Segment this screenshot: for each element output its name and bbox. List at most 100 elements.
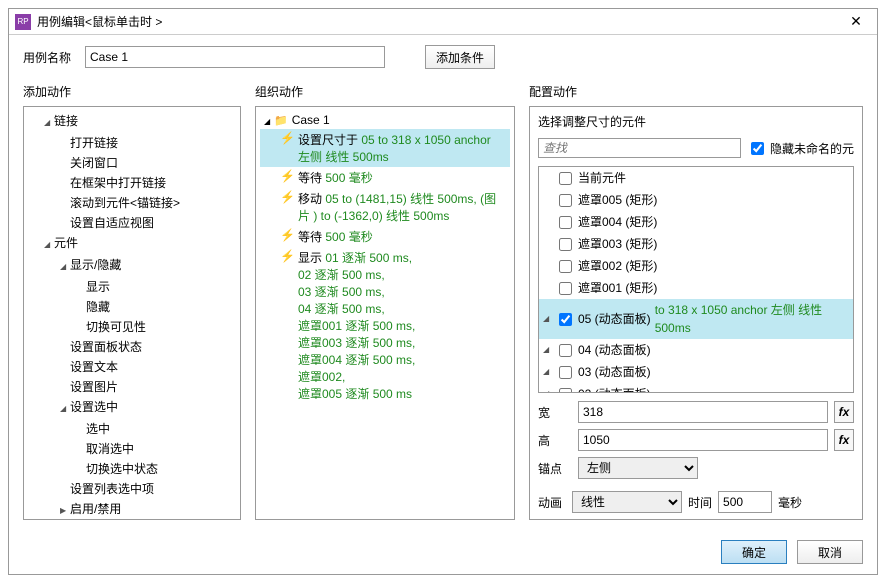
hide-unnamed-label: 隐藏未命名的元 bbox=[770, 140, 854, 157]
width-label: 宽 bbox=[538, 404, 572, 421]
time-label: 时间 bbox=[688, 494, 712, 511]
height-label: 高 bbox=[538, 432, 572, 449]
tree-item[interactable]: 设置文本 bbox=[70, 360, 118, 374]
tree-sub-showhide[interactable]: 显示/隐藏 bbox=[70, 258, 121, 272]
anchor-label: 锚点 bbox=[538, 460, 572, 477]
list-item[interactable]: 02 (动态面板) bbox=[539, 383, 853, 393]
widget-label: 遮罩003 (矩形) bbox=[578, 235, 657, 253]
widget-list[interactable]: 当前元件遮罩005 (矩形) 遮罩004 (矩形) 遮罩003 (矩形) 遮罩002 … bbox=[538, 166, 854, 393]
widget-checkbox[interactable] bbox=[559, 344, 572, 357]
bolt-icon bbox=[280, 169, 292, 183]
app-icon: RP bbox=[15, 14, 31, 30]
tree-item[interactable]: 启用/禁用 bbox=[70, 502, 121, 516]
config-panel: 选择调整尺寸的元件 隐藏未命名的元 当前元件遮罩005 (矩形) 遮罩004 (矩… bbox=[529, 106, 863, 520]
widget-checkbox[interactable] bbox=[559, 313, 572, 326]
anim-label: 动画 bbox=[538, 494, 566, 511]
org-action-move[interactable]: 移动 05 to (1481,15) 线性 500ms, (图片 ) to (-… bbox=[260, 188, 510, 226]
tree-sub-selected[interactable]: 设置选中 bbox=[70, 400, 118, 414]
widget-label: 04 (动态面板) bbox=[578, 341, 651, 359]
action-tree[interactable]: 链接 打开链接 关闭窗口 在框架中打开链接 滚动到元件<锚链接> 设置自适应视图… bbox=[23, 106, 241, 520]
org-action-wait[interactable]: 等待 500 毫秒 bbox=[260, 167, 510, 188]
org-action-title: 组织动作 bbox=[255, 79, 515, 106]
width-input[interactable] bbox=[578, 401, 828, 423]
list-item[interactable]: 03 (动态面板) bbox=[539, 361, 853, 383]
widget-label: 遮罩004 (矩形) bbox=[578, 213, 657, 231]
widget-checkbox[interactable] bbox=[559, 260, 572, 273]
widget-label: 03 (动态面板) bbox=[578, 363, 651, 381]
widget-extra: to 318 x 1050 anchor 左侧 线性 500ms bbox=[655, 301, 849, 337]
chevron-down-icon[interactable] bbox=[543, 363, 549, 381]
list-item[interactable]: 遮罩003 (矩形) bbox=[539, 233, 853, 255]
widget-label: 遮罩001 (矩形) bbox=[578, 279, 657, 297]
widget-checkbox[interactable] bbox=[559, 194, 572, 207]
add-condition-button[interactable]: 添加条件 bbox=[425, 45, 495, 69]
chevron-down-icon[interactable] bbox=[543, 341, 549, 359]
tree-item[interactable]: 设置列表选中项 bbox=[70, 482, 154, 496]
chevron-down-icon[interactable] bbox=[543, 310, 549, 328]
tree-item[interactable]: 滚动到元件<锚链接> bbox=[70, 196, 180, 210]
hide-unnamed-checkbox[interactable] bbox=[751, 142, 764, 155]
widget-checkbox[interactable] bbox=[559, 172, 572, 185]
search-input[interactable] bbox=[538, 138, 741, 158]
ok-button[interactable]: 确定 bbox=[721, 540, 787, 564]
add-action-title: 添加动作 bbox=[23, 79, 241, 106]
widget-checkbox[interactable] bbox=[559, 388, 572, 394]
bolt-icon bbox=[280, 190, 292, 204]
anchor-select[interactable]: 左侧 bbox=[578, 457, 698, 479]
widget-label: 遮罩002 (矩形) bbox=[578, 257, 657, 275]
close-icon[interactable]: ✕ bbox=[841, 13, 871, 30]
org-action-setsize[interactable]: 设置尺寸于 05 to 318 x 1050 anchor 左侧 线性 500m… bbox=[260, 129, 510, 167]
tree-item[interactable]: 设置自适应视图 bbox=[70, 216, 154, 230]
bolt-icon bbox=[280, 228, 292, 242]
bolt-icon bbox=[280, 249, 292, 263]
list-item[interactable]: 遮罩001 (矩形) bbox=[539, 277, 853, 299]
widget-checkbox[interactable] bbox=[559, 238, 572, 251]
case-label[interactable]: Case 1 bbox=[292, 113, 330, 127]
case-name-label: 用例名称 bbox=[23, 49, 71, 66]
folder-icon bbox=[274, 113, 292, 127]
list-item[interactable]: 05 (动态面板) to 318 x 1050 anchor 左侧 线性 500… bbox=[539, 299, 853, 339]
list-item[interactable]: 04 (动态面板) bbox=[539, 339, 853, 361]
widget-checkbox[interactable] bbox=[559, 366, 572, 379]
tree-item[interactable]: 打开链接 bbox=[70, 136, 118, 150]
height-input[interactable] bbox=[578, 429, 828, 451]
tree-item[interactable]: 设置图片 bbox=[70, 380, 118, 394]
tree-item[interactable]: 取消选中 bbox=[86, 442, 134, 456]
widget-label: 02 (动态面板) bbox=[578, 385, 651, 393]
tree-item[interactable]: 显示 bbox=[86, 280, 110, 294]
tree-group-link[interactable]: 链接 bbox=[54, 114, 78, 128]
tree-item[interactable]: 切换选中状态 bbox=[86, 462, 158, 476]
widget-checkbox[interactable] bbox=[559, 216, 572, 229]
chevron-down-icon[interactable] bbox=[543, 385, 549, 393]
fx-button[interactable]: fx bbox=[834, 401, 854, 423]
widget-label: 05 (动态面板) bbox=[578, 310, 651, 328]
dialog-footer: 确定 取消 bbox=[9, 530, 877, 574]
cancel-button[interactable]: 取消 bbox=[797, 540, 863, 564]
case-name-input[interactable] bbox=[85, 46, 385, 68]
tree-item[interactable]: 切换可见性 bbox=[86, 320, 146, 334]
org-action-show[interactable]: 显示 01 逐渐 500 ms, 02 逐渐 500 ms, 03 逐渐 500… bbox=[260, 247, 510, 404]
titlebar: RP 用例编辑<鼠标单击时 > ✕ bbox=[9, 9, 877, 35]
org-action-list[interactable]: ◢Case 1 设置尺寸于 05 to 318 x 1050 anchor 左侧… bbox=[255, 106, 515, 520]
list-item[interactable]: 遮罩002 (矩形) bbox=[539, 255, 853, 277]
list-item[interactable]: 遮罩005 (矩形) bbox=[539, 189, 853, 211]
widget-checkbox[interactable] bbox=[559, 282, 572, 295]
case-editor-dialog: RP 用例编辑<鼠标单击时 > ✕ 用例名称 添加条件 添加动作 链接 打开链接… bbox=[8, 8, 878, 575]
tree-item[interactable]: 在框架中打开链接 bbox=[70, 176, 166, 190]
dialog-title: 用例编辑<鼠标单击时 > bbox=[37, 13, 841, 30]
tree-group-widget[interactable]: 元件 bbox=[54, 236, 78, 250]
anim-select[interactable]: 线性 bbox=[572, 491, 682, 513]
tree-item[interactable]: 关闭窗口 bbox=[70, 156, 118, 170]
fx-button[interactable]: fx bbox=[834, 429, 854, 451]
cfg-action-title: 配置动作 bbox=[529, 79, 863, 106]
tree-item[interactable]: 设置面板状态 bbox=[70, 340, 142, 354]
list-item[interactable]: 遮罩004 (矩形) bbox=[539, 211, 853, 233]
time-input[interactable] bbox=[718, 491, 772, 513]
org-action-wait2[interactable]: 等待 500 毫秒 bbox=[260, 226, 510, 247]
tree-item[interactable]: 选中 bbox=[86, 422, 110, 436]
select-widget-prompt: 选择调整尺寸的元件 bbox=[538, 113, 854, 130]
time-unit: 毫秒 bbox=[778, 494, 802, 511]
widget-label: 遮罩005 (矩形) bbox=[578, 191, 657, 209]
tree-item[interactable]: 隐藏 bbox=[86, 300, 110, 314]
list-item[interactable]: 当前元件 bbox=[539, 167, 853, 189]
